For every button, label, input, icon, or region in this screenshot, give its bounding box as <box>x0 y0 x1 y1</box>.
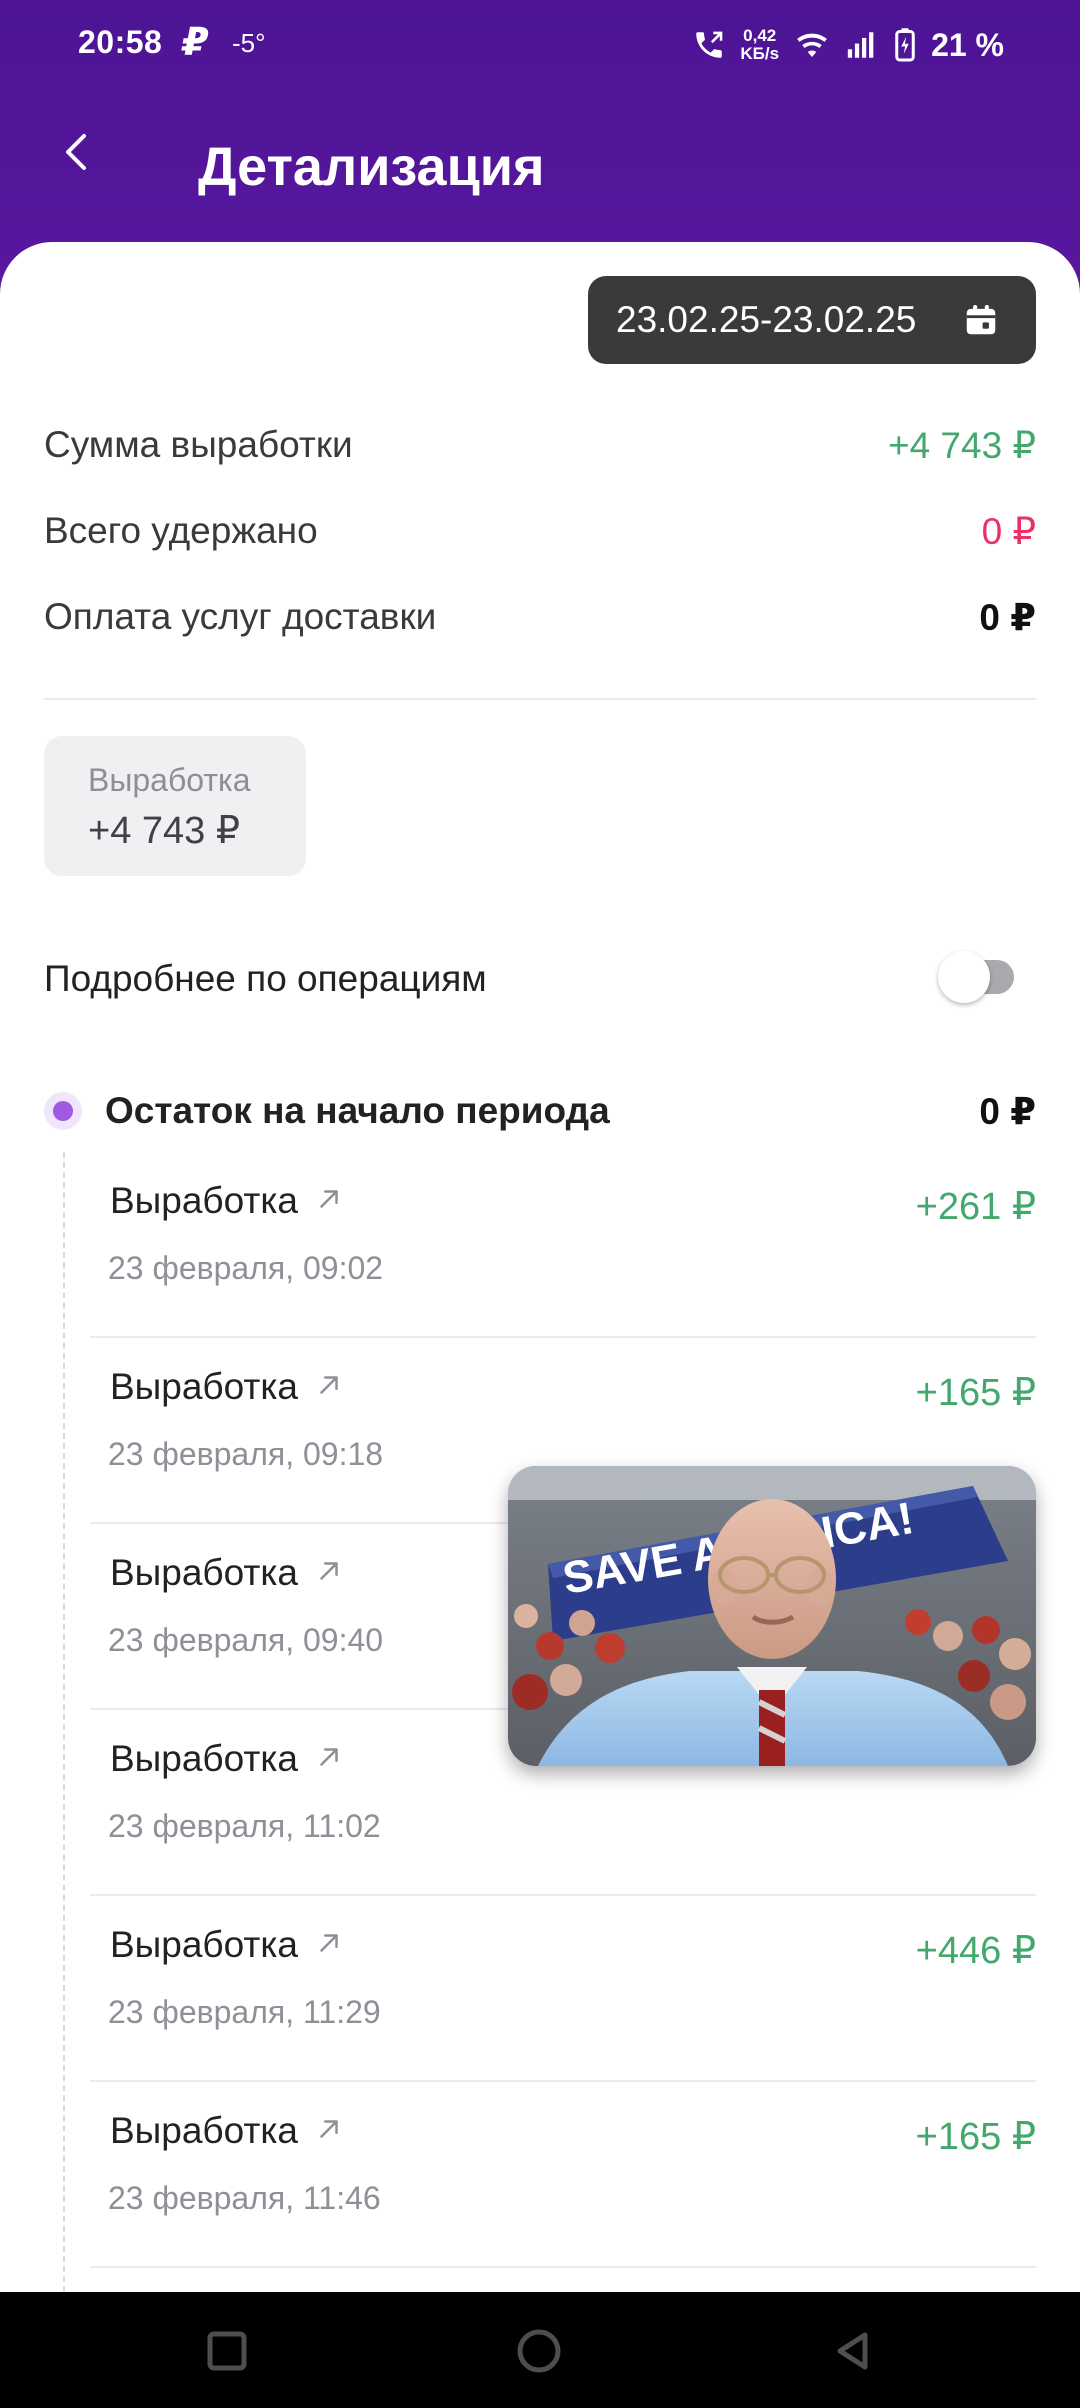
date-range-button[interactable]: 23.02.25-23.02.25 <box>588 276 1036 364</box>
operation-amount: +446 ₽ <box>915 1930 1036 1972</box>
network-speed-unit: KБ/s <box>740 44 780 63</box>
timeline-dot-icon <box>44 1092 82 1130</box>
app-header: Детализация <box>0 88 1080 248</box>
earnings-card-label: Выработка <box>88 762 251 798</box>
summary-row-delivery: Оплата услуг доставки 0 ₽ <box>44 596 1036 652</box>
operation-title: Выработка <box>110 2110 298 2151</box>
ruble-app-icon: ₽ <box>182 22 209 64</box>
arrow-up-right-icon <box>320 1562 338 1580</box>
back-arrow-icon <box>66 134 86 170</box>
operation-title: Выработка <box>110 1180 298 1221</box>
signal-icon <box>847 32 874 58</box>
status-icons: 0,42 KБ/s 21 % <box>692 18 1004 72</box>
operation-date: 23 февраля, 11:29 <box>108 1994 381 2030</box>
back-button[interactable] <box>56 130 100 174</box>
system-back-button[interactable] <box>826 2326 876 2376</box>
operations-details-toggle[interactable] <box>938 951 990 1003</box>
summary-value: +4 743 ₽ <box>887 425 1036 466</box>
operation-row[interactable]: Выработка 23 февраля, 11:46 +165 ₽ <box>90 2082 1036 2268</box>
system-nav-bar <box>0 2292 1080 2408</box>
arrow-up-right-icon <box>320 1376 338 1394</box>
operation-row[interactable]: Выработка 23 февраля, 11:29 +446 ₽ <box>90 1896 1036 2082</box>
operation-amount: +165 ₽ <box>915 1372 1036 1414</box>
page-title: Детализация <box>198 137 545 197</box>
operation-title: Выработка <box>110 1738 298 1779</box>
home-button[interactable] <box>514 2326 564 2376</box>
summary-row-withheld: Всего удержано 0 ₽ <box>44 510 1036 566</box>
operation-date: 23 февраля, 09:02 <box>108 1250 384 1286</box>
period-start-row: Остаток на начало периода 0 ₽ <box>44 1080 1036 1144</box>
arrow-up-right-icon <box>320 1934 338 1952</box>
summary-value: 0 ₽ <box>979 597 1036 638</box>
earnings-filter-card[interactable]: Выработка +4 743 ₽ <box>44 736 306 876</box>
network-speed: 0,42 KБ/s <box>740 27 779 63</box>
network-speed-value: 0,42 <box>743 26 777 45</box>
summary-label: Сумма выработки <box>44 424 353 465</box>
operations-details-label: Подробнее по операциям <box>44 958 487 999</box>
summary-value: 0 ₽ <box>981 511 1036 552</box>
video-frame: SAVE AMERICA! <box>508 1466 1036 1766</box>
earnings-card-value: +4 743 ₽ <box>88 810 241 852</box>
section-divider <box>44 698 1036 700</box>
summary-label: Оплата услуг доставки <box>44 596 437 637</box>
operation-date: 23 февраля, 09:18 <box>108 1436 384 1472</box>
status-time: 20:58 <box>78 24 163 60</box>
operation-amount: +261 ₽ <box>915 1186 1036 1228</box>
operation-row[interactable]: Выработка 23 февраля, 09:02 +261 ₽ <box>90 1152 1036 1338</box>
arrow-up-right-icon <box>320 2120 338 2138</box>
operation-date: 23 февраля, 11:02 <box>108 1808 381 1844</box>
operation-date: 23 февраля, 09:40 <box>108 1622 384 1658</box>
circle-icon <box>517 2329 561 2373</box>
operation-date: 23 февраля, 11:46 <box>108 2180 381 2216</box>
status-bar: 20:58 ₽ -5° 0,42 KБ/s 21 % <box>0 0 1080 88</box>
temperature-text: -5° <box>232 28 266 58</box>
calendar-icon <box>966 304 996 335</box>
phone-call-icon <box>696 31 723 58</box>
summary-label: Всего удержано <box>44 510 318 551</box>
picture-in-picture-video[interactable]: SAVE AMERICA! <box>508 1466 1036 1766</box>
operation-amount: +165 ₽ <box>915 2116 1036 2158</box>
recent-apps-button[interactable] <box>202 2326 252 2376</box>
operation-title: Выработка <box>110 1924 298 1965</box>
arrow-up-right-icon <box>320 1190 338 1208</box>
operations-details-row: Подробнее по операциям <box>44 950 1036 1022</box>
timeline-dashed-line <box>63 1152 65 2292</box>
content-sheet: 23.02.25-23.02.25 Сумма выработки +4 743… <box>0 242 1080 2292</box>
period-start-label: Остаток на начало периода <box>105 1090 610 1131</box>
date-range-text: 23.02.25-23.02.25 <box>616 299 917 340</box>
operation-title: Выработка <box>110 1366 298 1407</box>
summary-row-earnings: Сумма выработки +4 743 ₽ <box>44 424 1036 480</box>
battery-percent: 21 % <box>931 26 1004 63</box>
arrow-up-right-icon <box>320 1748 338 1766</box>
triangle-icon <box>837 2332 868 2370</box>
square-icon <box>207 2331 247 2371</box>
battery-charging-icon <box>895 28 915 62</box>
operation-title: Выработка <box>110 1552 298 1593</box>
wifi-icon <box>797 33 827 58</box>
period-start-value: 0 ₽ <box>979 1091 1036 1132</box>
timeline-dot-inner <box>53 1101 73 1121</box>
